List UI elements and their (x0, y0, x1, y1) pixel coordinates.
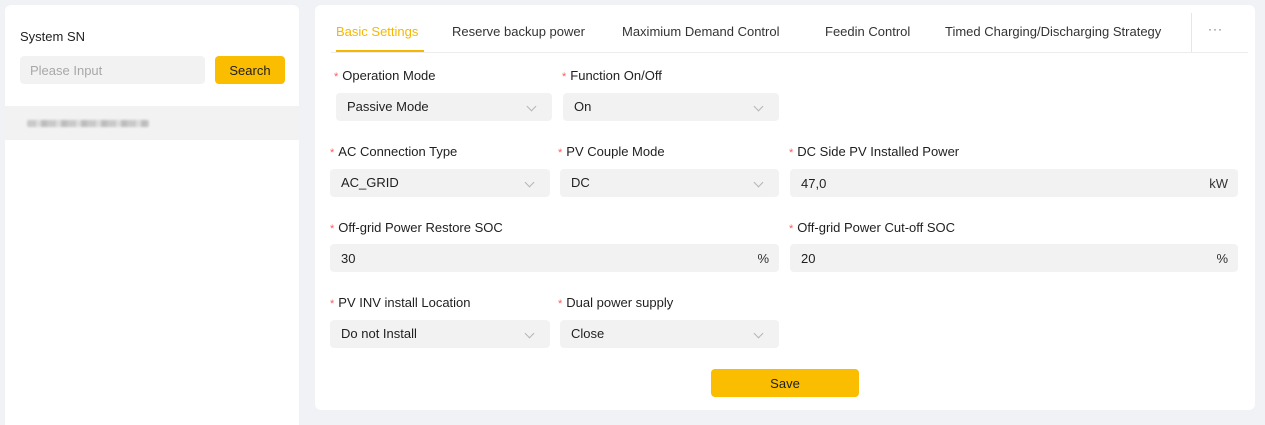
required-asterisk: * (789, 223, 794, 235)
dc-pv-power-field: kW (790, 169, 1238, 197)
required-asterisk: * (562, 71, 567, 83)
required-asterisk: * (330, 298, 335, 310)
tab-basic-settings[interactable]: Basic Settings (336, 24, 418, 39)
system-sn-list-item[interactable] (5, 106, 299, 140)
required-asterisk: * (558, 147, 563, 159)
cutoff-soc-field: % (790, 244, 1238, 272)
tab-maximum-demand-control[interactable]: Maximium Demand Control (622, 24, 780, 39)
operation-mode-select[interactable]: Passive Mode (336, 93, 552, 121)
dc-pv-power-label: * DC Side PV Installed Power (789, 144, 959, 159)
more-tabs-icon[interactable]: ··· (1208, 22, 1223, 36)
cutoff-soc-unit: % (1216, 251, 1228, 266)
restore-soc-unit: % (757, 251, 769, 266)
operation-mode-label-text: Operation Mode (342, 68, 436, 83)
redacted-serial-number (27, 120, 149, 127)
system-sn-input[interactable] (20, 56, 205, 84)
cutoff-soc-label: * Off-grid Power Cut-off SOC (789, 220, 955, 235)
restore-soc-field: % (330, 244, 779, 272)
required-asterisk: * (334, 71, 339, 83)
settings-panel: Basic Settings Reserve backup power Maxi… (315, 5, 1255, 410)
ac-connection-type-label: * AC Connection Type (330, 144, 457, 159)
restore-soc-label-text: Off-grid Power Restore SOC (338, 220, 503, 235)
tab-feedin-control[interactable]: Feedin Control (825, 24, 910, 39)
pv-couple-mode-value: DC (571, 175, 590, 190)
chevron-down-icon (753, 320, 771, 348)
chevron-down-icon (524, 320, 542, 348)
operation-mode-value: Passive Mode (347, 99, 429, 114)
settings-tabs: Basic Settings Reserve backup power Maxi… (315, 5, 1255, 53)
save-button[interactable]: Save (711, 369, 859, 397)
ac-connection-type-select[interactable]: AC_GRID (330, 169, 550, 197)
pv-inv-location-value: Do not Install (341, 326, 417, 341)
required-asterisk: * (330, 223, 335, 235)
chevron-down-icon (524, 169, 542, 197)
dual-power-supply-label: * Dual power supply (558, 295, 673, 310)
cutoff-soc-label-text: Off-grid Power Cut-off SOC (797, 220, 956, 235)
operation-mode-label: * Operation Mode (334, 68, 436, 83)
restore-soc-label: * Off-grid Power Restore SOC (330, 220, 503, 235)
system-sn-label: System SN (20, 29, 86, 44)
dc-pv-power-label-text: DC Side PV Installed Power (797, 144, 960, 159)
ac-connection-type-label-text: AC Connection Type (338, 144, 458, 159)
ac-connection-type-value: AC_GRID (341, 175, 399, 190)
function-onoff-value: On (574, 99, 592, 114)
tab-timed-charging-strategy[interactable]: Timed Charging/Discharging Strategy (945, 24, 1161, 39)
restore-soc-input[interactable] (330, 244, 779, 272)
chevron-down-icon (526, 93, 544, 121)
dual-power-supply-label-text: Dual power supply (566, 295, 674, 310)
system-sn-panel: System SN Search (5, 5, 299, 425)
pv-couple-mode-select[interactable]: DC (560, 169, 779, 197)
tabs-divider (1191, 13, 1192, 53)
search-button[interactable]: Search (215, 56, 285, 84)
pv-couple-mode-label: * PV Couple Mode (558, 144, 665, 159)
pv-inv-location-select[interactable]: Do not Install (330, 320, 550, 348)
required-asterisk: * (789, 147, 794, 159)
chevron-down-icon (753, 93, 771, 121)
pv-inv-location-label-text: PV INV install Location (338, 295, 471, 310)
function-onoff-select[interactable]: On (563, 93, 779, 121)
dual-power-supply-value: Close (571, 326, 605, 341)
function-onoff-label-text: Function On/Off (570, 68, 662, 83)
cutoff-soc-input[interactable] (790, 244, 1238, 272)
dual-power-supply-select[interactable]: Close (560, 320, 779, 348)
pv-couple-mode-label-text: PV Couple Mode (566, 144, 665, 159)
required-asterisk: * (330, 147, 335, 159)
dc-pv-power-unit: kW (1209, 176, 1228, 191)
tab-reserve-backup-power[interactable]: Reserve backup power (452, 24, 585, 39)
dc-pv-power-input[interactable] (790, 169, 1238, 197)
pv-inv-location-label: * PV INV install Location (330, 295, 471, 310)
chevron-down-icon (753, 169, 771, 197)
tabs-underline (331, 52, 1248, 53)
required-asterisk: * (558, 298, 563, 310)
function-onoff-label: * Function On/Off (562, 68, 662, 83)
